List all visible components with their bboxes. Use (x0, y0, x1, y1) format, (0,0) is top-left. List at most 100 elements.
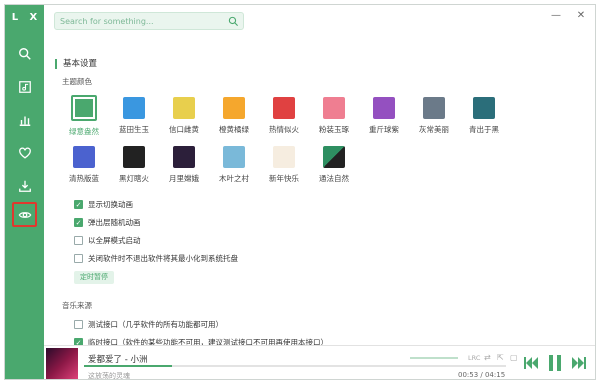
theme-option[interactable]: 月里嫦娥 (164, 146, 204, 184)
theme-label: 月里嫦娥 (169, 174, 199, 183)
theme-label: 蓝田生玉 (119, 125, 149, 134)
album-cover[interactable] (46, 348, 78, 379)
theme-swatch (373, 97, 395, 119)
timer-pause-button[interactable]: 定时暂停 (74, 271, 114, 284)
theme-label: 信口雌黄 (169, 125, 199, 134)
previous-icon (524, 357, 538, 369)
theme-swatch (273, 146, 295, 168)
source-label: 音乐来源 (62, 301, 92, 310)
checkbox-label: 以全屏模式启动 (88, 236, 141, 245)
theme-option[interactable]: 绿意盎然 (64, 95, 104, 137)
theme-option[interactable]: 新年快乐 (264, 146, 304, 184)
next-icon (572, 357, 586, 369)
theme-option[interactable]: 青出于黑 (464, 97, 504, 135)
checkbox-label: 弹出层随机动画 (88, 218, 141, 227)
theme-label: 清热版蓝 (69, 174, 99, 183)
progress-bar[interactable] (84, 365, 506, 367)
progress-fill (84, 365, 172, 367)
theme-option[interactable]: 蓝田生玉 (114, 97, 154, 135)
theme-swatch (123, 146, 145, 168)
checkbox-row[interactable]: 以全屏模式启动 (74, 235, 141, 246)
theme-label: 新年快乐 (269, 174, 299, 183)
theme-swatch (323, 97, 345, 119)
checkbox-label: 显示切换动画 (88, 200, 133, 209)
checkbox-label: 测试接口（几乎软件的所有功能都可用） (88, 320, 223, 329)
checkbox[interactable]: ✓ (74, 200, 83, 209)
theme-swatch (73, 146, 95, 168)
previous-button[interactable] (522, 355, 540, 371)
checkbox-row[interactable]: ✓ 弹出层随机动画 (74, 217, 141, 228)
lyrics-toggle[interactable]: LRC (468, 354, 480, 362)
theme-label: 粉装玉琢 (319, 125, 349, 134)
theme-swatch (323, 146, 345, 168)
nav-favorites[interactable] (12, 140, 37, 165)
theme-option[interactable]: 橙黄橘绿 (214, 97, 254, 135)
nav-download[interactable] (12, 173, 37, 198)
search-input[interactable] (55, 13, 220, 29)
theme-swatch (173, 146, 195, 168)
pause-button[interactable] (546, 355, 564, 371)
checkbox[interactable] (74, 320, 83, 329)
checkbox[interactable] (74, 254, 83, 263)
theme-option[interactable]: 清热版蓝 (64, 146, 104, 184)
theme-label: 木叶之村 (219, 174, 249, 183)
theme-option[interactable]: 信口雌黄 (164, 97, 204, 135)
theme-label: 通法自然 (319, 174, 349, 183)
theme-label: 重斤球紫 (369, 125, 399, 134)
app-logo: L X (11, 12, 42, 23)
search-icon[interactable] (228, 16, 239, 27)
heart-icon (18, 147, 31, 159)
checkbox[interactable] (74, 236, 83, 245)
comment-icon[interactable]: ▢ (510, 353, 518, 362)
theme-option[interactable]: 通法自然 (314, 146, 354, 184)
song-title: 爱都爱了 - 小洲 (88, 355, 148, 365)
theme-option[interactable]: 灰常美丽 (414, 97, 454, 135)
sidebar: L X (5, 5, 44, 379)
theme-swatch (173, 97, 195, 119)
checkbox-row[interactable]: 关闭软件时不退出软件将其最小化到系统托盘 (74, 253, 238, 264)
pause-icon (549, 355, 561, 371)
nav-song-list[interactable] (12, 74, 37, 99)
player-bar: 爱都爱了 - 小洲 LRC ⇄ ⇱ ▢ 这放荡的灵魂 00:53 / 04:15 (44, 345, 595, 380)
theme-option[interactable]: 重斤球紫 (364, 97, 404, 135)
theme-option[interactable]: 粉装玉琢 (314, 97, 354, 135)
theme-label: 橙黄橘绿 (219, 125, 249, 134)
app-window: L X — ✕ 基本设置 主题颜色 绿意盎然 蓝田生玉 信口雌黄 橙黄橘绿 热情似火 粉装… (4, 4, 596, 380)
minimize-icon: — (551, 9, 561, 21)
checkbox-row[interactable]: 测试接口（几乎软件的所有功能都可用） (74, 319, 223, 330)
settings-panel: 基本设置 主题颜色 绿意盎然 蓝田生玉 信口雌黄 橙黄橘绿 热情似火 粉装玉琢 重斤球紫 灰常… (51, 51, 591, 347)
music-list-icon (18, 80, 31, 93)
share-icon[interactable]: ⇱ (497, 353, 504, 362)
theme-swatch (123, 97, 145, 119)
theme-swatch (71, 95, 97, 121)
theme-swatch (223, 97, 245, 119)
theme-swatch-fill (75, 99, 93, 117)
loop-icon[interactable]: ⇄ (484, 353, 491, 362)
play-time: 00:53 / 04:15 (458, 371, 506, 379)
search-icon (18, 47, 31, 60)
theme-swatch (473, 97, 495, 119)
next-button[interactable] (570, 355, 588, 371)
eye-settings-icon (18, 211, 31, 218)
theme-label: 灰常美丽 (419, 125, 449, 134)
search-box[interactable] (54, 12, 244, 30)
nav-settings[interactable] (12, 202, 37, 227)
theme-option[interactable]: 木叶之村 (214, 146, 254, 184)
volume-slider[interactable] (410, 357, 458, 359)
nav-search[interactable] (12, 41, 37, 66)
theme-option[interactable]: 热情似火 (264, 97, 304, 135)
theme-option[interactable]: 黑灯瞎火 (114, 146, 154, 184)
minimize-button[interactable]: — (550, 9, 562, 21)
checkbox-label: 关闭软件时不退出软件将其最小化到系统托盘 (88, 254, 238, 263)
checkbox[interactable]: ✓ (74, 218, 83, 227)
theme-label: 绿意盎然 (69, 127, 99, 136)
section-basic-settings: 基本设置 (55, 59, 97, 69)
bar-chart-icon (19, 116, 30, 126)
checkbox-row[interactable]: ✓ 显示切换动画 (74, 199, 133, 210)
song-subtitle: 这放荡的灵魂 (88, 372, 130, 380)
theme-label: 青出于黑 (469, 125, 499, 134)
nav-leaderboard[interactable] (12, 107, 37, 132)
close-button[interactable]: ✕ (575, 9, 587, 21)
theme-label: 黑灯瞎火 (119, 174, 149, 183)
theme-swatch (273, 97, 295, 119)
